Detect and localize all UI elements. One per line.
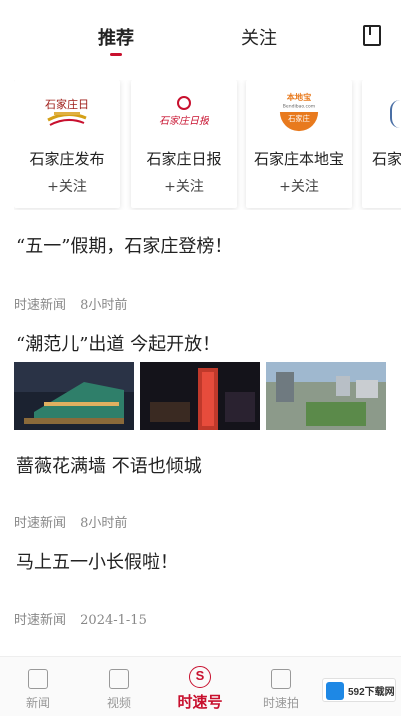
nav-video[interactable]: 视频 [89,657,149,716]
camera-icon [271,669,291,689]
nav-speed-account[interactable]: 时速号 [170,657,230,716]
nav-label: 新闻 [25,696,50,710]
nav-label: 时速号 [177,693,223,711]
watermark-text: 592下载网 [348,687,395,698]
logo-subtext: Bendibao.com [283,103,316,109]
nav-label: 时速拍 [262,696,299,710]
article-time: 8小时前 [80,516,128,531]
account-card-sjz-fabu[interactable]: 石家庄日 石家庄发布 +关注 [14,80,120,208]
nav-news[interactable]: 新闻 [8,657,68,716]
account-card-sjz-ribao[interactable]: 石家庄日报 石家庄日报 +关注 [131,80,237,208]
article-source: 时速新闻 [14,298,67,313]
nav-label: 视频 [106,696,131,710]
article-source: 时速新闻 [14,613,67,628]
article-thumbnail[interactable] [140,362,260,430]
logo-text: 石家庄日 [45,97,89,111]
logo-text: 石家庄日报 [159,115,209,127]
article-thumbnail[interactable] [266,362,386,430]
sjz-fabu-logo-icon: 石家庄日 [45,97,89,126]
active-tab-indicator [110,53,122,56]
article-title[interactable]: “五一”假期，石家庄登榜！ [16,232,232,258]
follow-button[interactable]: +关注 [14,176,120,196]
article-source: 时速新闻 [14,516,67,531]
site-logo-icon [326,682,344,700]
article-title[interactable]: 马上五一小长假啦！ [16,548,178,574]
account-card-partial[interactable]: 石家 [362,80,401,208]
article-title[interactable]: “潮范儿”出道 今起开放！ [16,330,220,356]
bendibao-logo-icon: 本地宝 Bendibao.com 石家庄 [279,92,319,132]
account-name: 石家 [372,150,401,168]
tab-following[interactable]: 关注 [241,24,277,50]
site-watermark: 592下载网 [322,678,396,702]
follow-button[interactable]: +关注 [131,176,237,196]
article-meta: 时速新闻 8小时前 [14,512,127,531]
article-thumbnail[interactable] [14,362,134,430]
account-name: 石家庄本地宝 [253,150,344,168]
article-title[interactable]: 蔷薇花满墙 不语也倾城 [16,452,202,478]
sjz-ribao-logo-icon: 石家庄日报 [159,96,209,127]
speed-icon [189,666,211,688]
partial-logo-icon [390,100,401,128]
account-name: 石家庄发布 [29,150,105,168]
top-tab-bar: 推荐 关注 [0,0,401,64]
logo-badge-text: 石家庄 [288,114,310,123]
article-time: 2024-1-15 [80,613,147,628]
follow-button[interactable]: +关注 [246,176,352,196]
account-carousel[interactable]: 石家庄日 石家庄发布 +关注 石家庄日报 石家庄日报 +关注 本地宝 Bendi… [14,80,401,210]
video-icon [109,669,129,689]
article-meta: 时速新闻 2024-1-15 [14,609,147,628]
nav-speed-photo[interactable]: 时速拍 [251,657,311,716]
article-image-row[interactable] [14,362,387,430]
account-card-sjz-bendibao[interactable]: 本地宝 Bendibao.com 石家庄 石家庄本地宝 +关注 [246,80,352,208]
bookmark-icon[interactable] [363,25,381,46]
logo-text: 本地宝 [287,92,312,102]
tab-recommend[interactable]: 推荐 [98,24,134,50]
article-meta: 时速新闻 8小时前 [14,294,127,313]
article-time: 8小时前 [80,298,128,313]
news-icon [28,669,48,689]
account-name: 石家庄日报 [146,150,222,168]
